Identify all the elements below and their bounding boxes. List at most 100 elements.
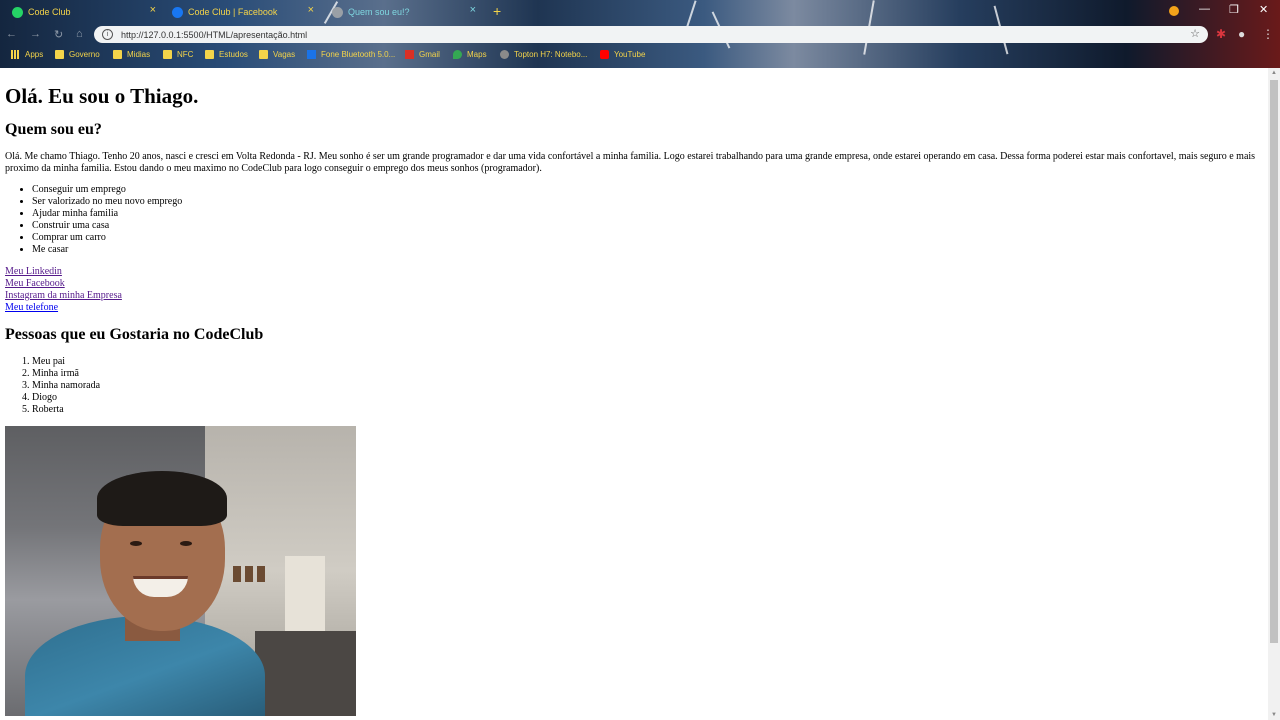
url-text: http://127.0.0.1:5500/HTML/apresentação.…	[121, 29, 308, 40]
bookmark-label: Vagas	[273, 50, 296, 59]
bookmark-topton[interactable]: Topton H7: Notebo...	[500, 50, 587, 59]
avatar[interactable]: ●	[1238, 27, 1245, 41]
goals-list: Conseguir um emprego Ser valorizado no m…	[5, 184, 1263, 256]
bookmark-label: Governo	[69, 50, 100, 59]
bookmark-nfc[interactable]: NFC	[163, 50, 193, 59]
youtube-icon	[600, 50, 609, 59]
scroll-down-arrow-icon[interactable]: ▼	[1268, 710, 1280, 720]
list-item: Comprar um carro	[32, 232, 1263, 244]
bookmark-youtube[interactable]: YouTube	[600, 50, 645, 59]
page-scrollbar[interactable]: ▲ ▼	[1268, 68, 1280, 720]
bookmark-fone-bluetooth[interactable]: Fone Bluetooth 5.0...	[307, 50, 395, 59]
whatsapp-icon	[12, 6, 23, 18]
list-item: Minha namorada	[32, 380, 1263, 392]
instagram-link[interactable]: Instagram da minha Empresa	[5, 290, 1263, 302]
bookmark-maps[interactable]: Maps	[453, 50, 487, 59]
folder-icon	[55, 50, 64, 59]
menu-kebab-icon[interactable]: ⋮	[1262, 27, 1274, 41]
apps-grid-icon	[11, 50, 20, 59]
list-item: Diogo	[32, 392, 1263, 404]
minimize-icon[interactable]: —	[1199, 3, 1210, 15]
photo-background-frame	[257, 566, 265, 582]
people-list: Meu pai Minha irmã Minha namorada Diogo …	[5, 356, 1263, 416]
bookmark-label: Fone Bluetooth 5.0...	[321, 50, 396, 59]
photo-background-sofa	[255, 631, 356, 716]
bookmark-label: Maps	[467, 50, 487, 59]
profile-photo	[5, 426, 356, 716]
forward-arrow-icon[interactable]: →	[30, 28, 41, 40]
tab-label: Quem sou eu!?	[348, 7, 410, 17]
tab-strip: Code Club × Code Club | Facebook × Quem …	[0, 0, 1280, 24]
bookmark-label: Apps	[25, 50, 44, 59]
close-icon[interactable]: ×	[308, 4, 314, 16]
facebook-icon	[172, 6, 183, 18]
browser-toolbar: ← → ↻ ⌂ i http://127.0.0.1:5500/HTML/apr…	[0, 24, 1280, 46]
close-icon[interactable]: ×	[470, 4, 476, 16]
photo-eye	[130, 541, 142, 546]
reload-icon[interactable]: ↻	[54, 28, 63, 41]
bookmark-label: YouTube	[614, 50, 646, 59]
globe-icon	[332, 6, 343, 18]
bookmark-label: Gmail	[419, 50, 440, 59]
list-item: Conseguir um emprego	[32, 184, 1263, 196]
tab-label: Code Club	[28, 7, 71, 17]
people-heading: Pessoas que eu Gostaria no CodeClub	[5, 326, 264, 343]
home-icon[interactable]: ⌂	[76, 28, 83, 40]
bookmark-label: Estudos	[219, 50, 248, 59]
back-arrow-icon[interactable]: ←	[6, 28, 17, 40]
bookmark-estudos[interactable]: Estudos	[205, 50, 248, 59]
tab-quem-sou-eu[interactable]: Quem sou eu!? ×	[332, 2, 482, 22]
bookmark-label: Topton H7: Notebo...	[514, 50, 588, 59]
linkedin-link[interactable]: Meu Linkedin	[5, 266, 1263, 278]
profile-dropdown-icon[interactable]	[1169, 6, 1179, 16]
bookmark-gmail[interactable]: Gmail	[405, 50, 440, 59]
bookmark-label: Midias	[127, 50, 151, 59]
bookmark-vagas[interactable]: Vagas	[259, 50, 295, 59]
tab-label: Code Club | Facebook	[188, 7, 278, 17]
list-item: Meu pai	[32, 356, 1263, 368]
photo-eye	[180, 541, 192, 546]
about-paragraph: Olá. Me chamo Thiago. Tenho 20 anos, nas…	[5, 151, 1256, 174]
photo-background-frame	[245, 566, 253, 582]
list-item: Minha irmã	[32, 368, 1263, 380]
page-viewport: Olá. Eu sou o Thiago. Quem sou eu? Olá. …	[0, 68, 1268, 720]
restore-icon[interactable]: ❐	[1229, 3, 1239, 16]
close-icon[interactable]: ×	[150, 4, 156, 16]
tab-facebook[interactable]: Code Club | Facebook ×	[172, 2, 320, 22]
tab-code-club[interactable]: Code Club ×	[12, 2, 162, 22]
gmail-icon	[405, 50, 414, 59]
links-group: Meu Linkedin Meu Facebook Instagram da m…	[5, 266, 1263, 314]
e-icon	[307, 50, 316, 59]
folder-icon	[205, 50, 214, 59]
folder-icon	[113, 50, 122, 59]
bookmark-label: NFC	[177, 50, 194, 59]
list-item: Construir uma casa	[32, 220, 1263, 232]
photo-background-frame	[233, 566, 241, 582]
page-content: Olá. Eu sou o Thiago. Quem sou eu? Olá. …	[0, 84, 1268, 716]
about-heading: Quem sou eu?	[5, 121, 102, 138]
bookmark-star-icon[interactable]: ☆	[1190, 27, 1200, 40]
window-close-icon[interactable]: ✕	[1259, 3, 1268, 16]
address-bar[interactable]: i http://127.0.0.1:5500/HTML/apresentaçã…	[94, 26, 1208, 43]
list-item: Ajudar minha familia	[32, 208, 1263, 220]
bookmark-governo[interactable]: Governo	[55, 50, 100, 59]
list-item: Roberta	[32, 404, 1263, 416]
info-icon[interactable]: i	[102, 29, 113, 40]
globe-icon	[500, 50, 509, 59]
scroll-up-arrow-icon[interactable]: ▲	[1268, 68, 1280, 78]
photo-hair	[97, 471, 227, 526]
browser-chrome: Code Club × Code Club | Facebook × Quem …	[0, 0, 1280, 68]
list-item: Me casar	[32, 244, 1263, 256]
page-title: Olá. Eu sou o Thiago.	[5, 84, 199, 108]
bookmark-midias[interactable]: Midias	[113, 50, 150, 59]
phone-link[interactable]: Meu telefone	[5, 302, 1263, 314]
facebook-link[interactable]: Meu Facebook	[5, 278, 1263, 290]
new-tab-button[interactable]: +	[493, 3, 501, 19]
extension-puzzle-icon[interactable]: ✱	[1216, 27, 1226, 41]
list-item: Ser valorizado no meu novo emprego	[32, 196, 1263, 208]
folder-icon	[163, 50, 172, 59]
bookmark-apps[interactable]: Apps	[11, 50, 43, 59]
scrollbar-thumb[interactable]	[1270, 80, 1278, 643]
folder-icon	[259, 50, 268, 59]
maps-icon	[453, 50, 462, 59]
